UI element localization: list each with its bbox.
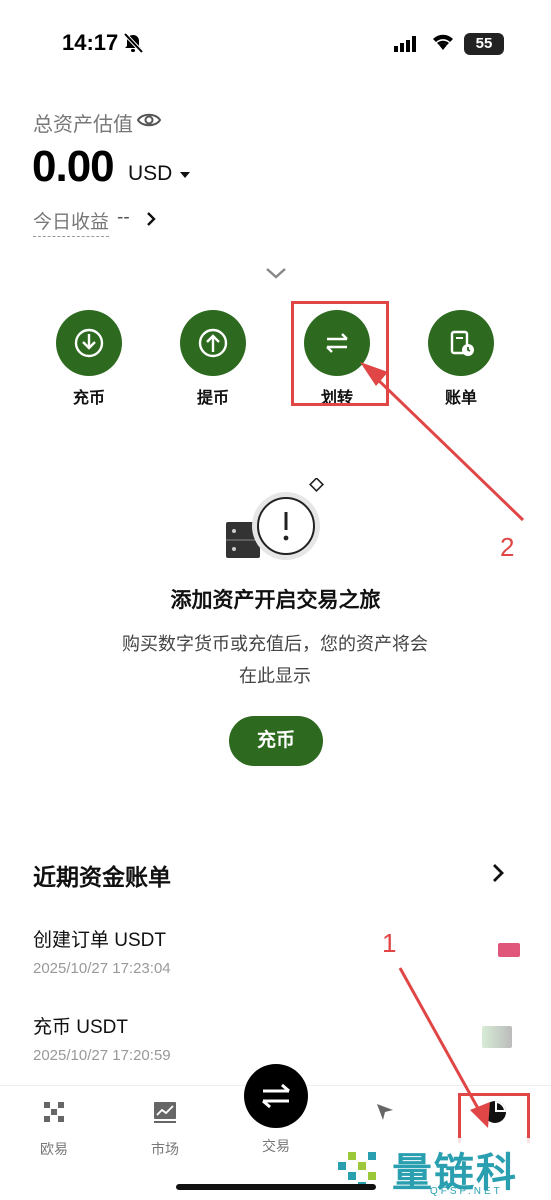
- nav-label-trade: 交易: [262, 1138, 290, 1154]
- annotation-number-2: 2: [500, 532, 515, 562]
- status-time: 14:17: [62, 30, 119, 55]
- download-icon[interactable]: [56, 310, 122, 376]
- deposit-button[interactable]: 充币: [229, 716, 323, 766]
- annotation-number-1: 1: [382, 928, 397, 958]
- trade-fab-button[interactable]: [244, 1064, 308, 1128]
- market-chart-icon: [154, 1102, 176, 1123]
- empty-assets-illustration: [226, 478, 324, 560]
- bill-list-item[interactable]: 创建订单 USDT 2025/10/27 17:23:04: [33, 925, 523, 977]
- redacted-amount: [498, 943, 520, 957]
- chevron-down-icon[interactable]: [263, 264, 289, 282]
- nav-item-market[interactable]: 市场: [125, 1098, 205, 1159]
- bill-list-item[interactable]: 充币 USDT 2025/10/27 17:20:59: [33, 1012, 523, 1064]
- nav-label-market: 市场: [151, 1141, 179, 1157]
- battery-indicator: 55: [464, 33, 504, 55]
- today-earnings-label[interactable]: 今日收益: [33, 207, 110, 237]
- withdraw-label: 提币: [196, 390, 229, 407]
- nav-label-home: 欧易: [40, 1141, 68, 1157]
- bill-label: 账单: [444, 390, 477, 407]
- bill-action[interactable]: 账单: [421, 310, 501, 408]
- empty-state-description: 购买数字货币或充值后，您的资产将会在此显示: [122, 634, 428, 686]
- home-indicator: [176, 1184, 376, 1190]
- chevron-right-icon[interactable]: [490, 862, 506, 884]
- bill-item-title: 创建订单 USDT: [33, 930, 167, 951]
- upload-icon[interactable]: [180, 310, 246, 376]
- okx-logo-icon: [44, 1102, 64, 1122]
- assets-highlight-box: [458, 1093, 530, 1143]
- status-bar: 14:17 55: [0, 0, 551, 90]
- redacted-amount: [482, 1026, 512, 1048]
- nav-item-discover[interactable]: [345, 1098, 425, 1131]
- nav-item-home[interactable]: 欧易: [14, 1098, 94, 1159]
- currency-selector[interactable]: USD: [128, 162, 172, 186]
- bill-item-time: 2025/10/27 17:20:59: [33, 1047, 171, 1064]
- bell-muted-icon: [123, 32, 144, 54]
- total-assets-label: 总资产估值: [33, 114, 133, 136]
- recent-bills-title: 近期资金账单: [33, 864, 171, 890]
- watermark-subtext: QFSP.NET: [430, 1186, 503, 1197]
- bill-item-time: 2025/10/27 17:23:04: [33, 960, 171, 977]
- today-earnings-value: --: [117, 207, 130, 228]
- chevron-right-icon[interactable]: [144, 210, 158, 228]
- transfer-highlight-box: [291, 301, 389, 406]
- caret-down-icon[interactable]: [180, 172, 190, 178]
- withdraw-action[interactable]: 提币: [173, 310, 253, 408]
- discover-compass-icon: [377, 1104, 393, 1120]
- trade-swap-icon: [262, 1083, 290, 1109]
- total-assets-value: 0.00: [32, 142, 115, 191]
- bill-icon[interactable]: [428, 310, 494, 376]
- eye-icon[interactable]: [136, 108, 162, 132]
- deposit-action[interactable]: 充币: [49, 310, 129, 408]
- bill-item-title: 充币 USDT: [33, 1017, 129, 1038]
- wifi-icon: [433, 34, 453, 50]
- cellular-signal-icon: [394, 36, 416, 52]
- deposit-label: 充币: [72, 390, 105, 407]
- empty-state-title: 添加资产开启交易之旅: [170, 589, 381, 612]
